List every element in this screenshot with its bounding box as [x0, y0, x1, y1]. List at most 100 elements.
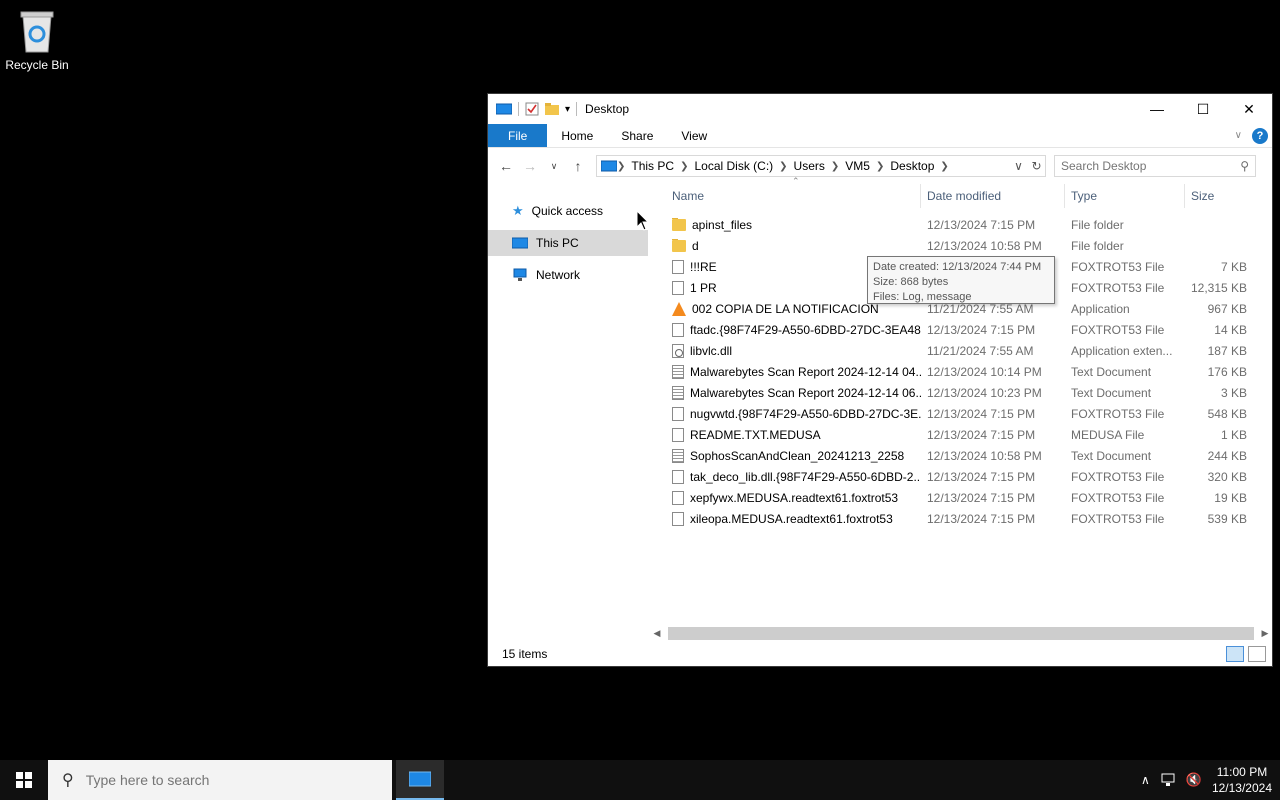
file-row[interactable]: nugvwtd.{98F74F29-A550-6DBD-27DC-3E... 12… [666, 403, 1272, 424]
file-size: 3 KB [1220, 385, 1247, 400]
breadcrumb-local-disk[interactable]: Local Disk (C:) [688, 159, 779, 173]
taskbar-search-input[interactable] [85, 772, 366, 788]
text-icon [672, 385, 684, 400]
file-size: 320 KB [1207, 469, 1247, 484]
arrow-left-icon: ← [499, 158, 513, 174]
chevron-up-icon[interactable]: ∧ [1141, 773, 1150, 787]
file-type: FOXTROT53 File [1071, 406, 1165, 421]
tab-view[interactable]: View [667, 124, 721, 147]
help-icon[interactable]: ? [1252, 127, 1268, 144]
file-name: d [692, 238, 699, 253]
file-row[interactable]: ftadc.{98F74F29-A550-6DBD-27DC-3EA48... 1… [666, 319, 1272, 340]
file-date: 12/13/2024 10:23 PM [927, 385, 1042, 400]
taskbar-search[interactable]: ⚲ [48, 760, 392, 800]
large-icons-view-icon[interactable] [1248, 646, 1266, 662]
file-name: 002 COPIA DE LA NOTIFICACION [692, 301, 879, 316]
breadcrumb-users[interactable]: Users [788, 159, 831, 173]
file-name: nugvwtd.{98F74F29-A550-6DBD-27DC-3E... [690, 406, 921, 421]
file-type: Text Document [1071, 448, 1152, 463]
details-view-icon[interactable] [1226, 646, 1244, 662]
column-header-date-modified[interactable]: Date modified [921, 184, 1065, 208]
column-header-type[interactable]: Type [1065, 184, 1185, 208]
breadcrumb-separator[interactable]: ❯ [680, 161, 688, 172]
network-icon[interactable] [1160, 773, 1176, 787]
breadcrumb-this-pc[interactable]: This PC [625, 159, 680, 173]
file-icon [672, 280, 684, 295]
refresh-button[interactable]: ↻ [1027, 156, 1045, 176]
column-header-name[interactable]: Name [666, 184, 921, 208]
breadcrumb-desktop[interactable]: Desktop [884, 159, 940, 173]
breadcrumb-separator[interactable]: ❯ [940, 161, 948, 172]
file-name: ftadc.{98F74F29-A550-6DBD-27DC-3EA48... [690, 322, 921, 337]
chevron-down-icon: ∨ [1014, 159, 1023, 173]
search-box[interactable]: ⚲ [1054, 155, 1256, 177]
expand-ribbon-icon[interactable]: ∨ [1235, 130, 1242, 141]
breadcrumb-vm5[interactable]: VM5 [839, 159, 876, 173]
forward-button[interactable]: → [518, 158, 542, 174]
scroll-left-icon[interactable]: ◀ [650, 628, 664, 639]
file-date: 11/21/2024 7:55 AM [927, 343, 1034, 358]
properties-icon[interactable] [525, 102, 539, 116]
file-row[interactable]: apinst_files 12/13/2024 7:15 PM File folde… [666, 214, 1272, 235]
recycle-bin-label: Recycle Bin [5, 58, 69, 72]
file-name: xileopa.MEDUSA.readtext61.foxtrot53 [690, 511, 893, 526]
file-icon [672, 511, 684, 526]
text-icon [672, 364, 684, 379]
close-icon: ✕ [1243, 100, 1255, 117]
close-button[interactable]: ✕ [1226, 94, 1272, 124]
nav-item-network[interactable]: Network [488, 262, 648, 288]
file-type: Text Document [1071, 364, 1152, 379]
horizontal-scrollbar[interactable]: ◀ ▶ [650, 625, 1272, 642]
file-date: 12/13/2024 7:15 PM [927, 427, 1036, 442]
minimize-button[interactable]: — [1134, 94, 1180, 124]
search-input[interactable] [1061, 159, 1241, 173]
breadcrumb-separator[interactable]: ❯ [617, 161, 625, 172]
title-bar[interactable]: ▾ Desktop — ☐ ✕ [488, 94, 1272, 124]
file-row[interactable]: xileopa.MEDUSA.readtext61.foxtrot53 12/13… [666, 508, 1272, 529]
taskbar: ⚲ ∧ 🔇 11:00 PM 12/13/2024 [0, 760, 1280, 800]
file-row[interactable]: tak_deco_lib.dll.{98F74F29-A550-6DBD-2..… [666, 466, 1272, 487]
file-size: 244 KB [1207, 448, 1247, 463]
address-bar[interactable]: ❯ This PC ❯ Local Disk (C:) ❯ Users ❯ VM… [596, 155, 1046, 177]
volume-muted-icon[interactable]: 🔇 [1186, 772, 1202, 788]
file-row[interactable]: Malwarebytes Scan Report 2024-12-14 06..… [666, 382, 1272, 403]
file-row[interactable]: d 12/13/2024 10:58 PM File folder [666, 235, 1272, 256]
nav-item-quick-access[interactable]: ★ Quick access [488, 198, 648, 224]
up-button[interactable]: ↑ [566, 158, 590, 174]
column-header-size[interactable]: Size [1185, 184, 1251, 208]
tab-share[interactable]: Share [607, 124, 667, 147]
recycle-bin-shortcut[interactable]: Recycle Bin [4, 8, 70, 72]
nav-item-label: Quick access [531, 204, 604, 218]
breadcrumb-separator[interactable]: ❯ [831, 161, 839, 172]
scroll-right-icon[interactable]: ▶ [1258, 628, 1272, 639]
file-row[interactable]: libvlc.dll 11/21/2024 7:55 AM Application … [666, 340, 1272, 361]
back-button[interactable]: ← [494, 158, 518, 174]
breadcrumb-separator[interactable]: ❯ [779, 161, 787, 172]
toolbar-separator [518, 102, 519, 116]
maximize-button[interactable]: ☐ [1180, 94, 1226, 124]
new-folder-icon[interactable] [545, 102, 559, 116]
scrollbar-thumb[interactable] [668, 627, 1254, 640]
tab-file[interactable]: File [488, 124, 548, 147]
customize-toolbar-icon[interactable]: ▾ [565, 104, 570, 115]
file-size: 176 KB [1207, 364, 1247, 379]
file-type: FOXTROT53 File [1071, 280, 1165, 295]
file-name-cell: Malwarebytes Scan Report 2024-12-14 06..… [666, 385, 921, 400]
mouse-cursor-icon [636, 210, 650, 231]
folder-icon [672, 238, 686, 252]
nav-item-this-pc[interactable]: This PC [488, 230, 648, 256]
file-row[interactable]: xepfywx.MEDUSA.readtext61.foxtrot53 12/13… [666, 487, 1272, 508]
file-date: 12/13/2024 7:15 PM [927, 511, 1036, 526]
address-dropdown-button[interactable]: ∨ [1009, 156, 1027, 176]
file-row[interactable]: README.TXT.MEDUSA 12/13/2024 7:15 PM MEDUS… [666, 424, 1272, 445]
recent-locations-button[interactable]: ∨ [542, 161, 566, 172]
breadcrumb-separator[interactable]: ❯ [876, 161, 884, 172]
file-row[interactable]: SophosScanAndClean_20241213_2258 12/13/20… [666, 445, 1272, 466]
file-row[interactable]: Malwarebytes Scan Report 2024-12-14 04..… [666, 361, 1272, 382]
taskbar-file-explorer[interactable] [396, 760, 444, 800]
clock-time: 11:00 PM [1216, 765, 1268, 779]
start-button[interactable] [0, 760, 48, 800]
tab-home[interactable]: Home [547, 124, 607, 147]
clock[interactable]: 11:00 PM 12/13/2024 [1212, 764, 1272, 796]
file-date: 12/13/2024 7:15 PM [927, 406, 1036, 421]
